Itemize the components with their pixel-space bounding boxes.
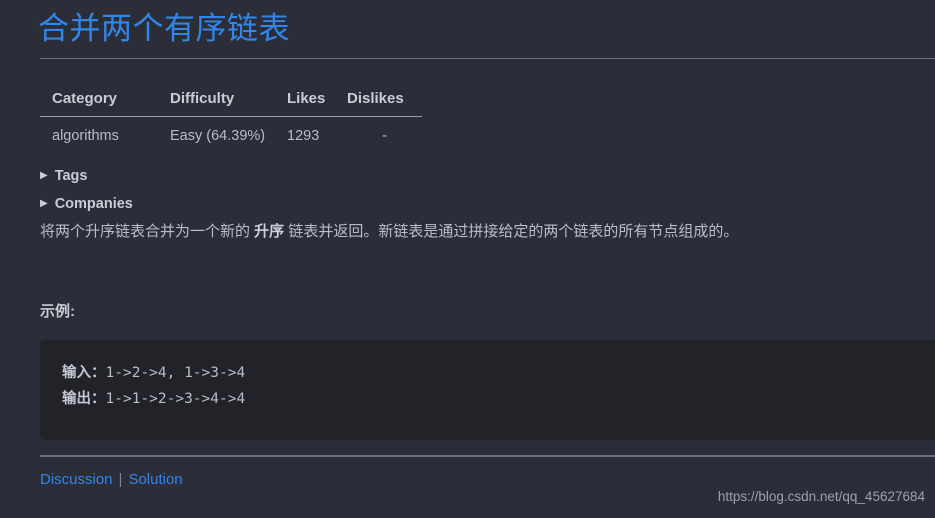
chevron-right-icon: ▶	[40, 170, 48, 181]
code-line-input: 输入：1->2->4, 1->3->4	[62, 360, 935, 386]
description-part1: 将两个升序链表合并为一个新的	[40, 223, 255, 240]
collapsible-companies[interactable]: ▶ Companies	[40, 196, 133, 212]
collapsible-companies-label: Companies	[54, 196, 133, 212]
code-line-output: 输出：1->1->2->3->4->4	[62, 386, 935, 412]
problem-description: 将两个升序链表合并为一个新的 升序 链表并返回。新链表是通过拼接给定的两个链表的…	[40, 221, 930, 243]
collapsible-tags-label: Tags	[54, 168, 88, 184]
solution-link[interactable]: Solution	[128, 471, 182, 488]
chevron-right-icon: ▶	[40, 198, 48, 209]
footer-divider	[40, 455, 935, 457]
example-code-block: 输入：1->2->4, 1->3->4 输出：1->1->2->3->4->4	[40, 340, 935, 440]
cell-difficulty: Easy (64.39%)	[170, 128, 266, 144]
page-title: 合并两个有序链表	[38, 11, 290, 46]
table-body: algorithms Easy (64.39%) 1293 -	[40, 117, 422, 149]
footer-links: Discussion | Solution	[40, 471, 183, 488]
table-header-row: Category Difficulty Likes Dislikes	[40, 86, 422, 117]
table-head: Category Difficulty Likes Dislikes	[40, 86, 422, 117]
cell-dislikes: -	[382, 128, 387, 144]
cell-likes: 1293	[287, 128, 320, 144]
code-input-label: 输入：	[62, 365, 106, 381]
discussion-link[interactable]: Discussion	[40, 471, 113, 488]
link-separator: |	[118, 471, 123, 488]
column-header-dislikes: Dislikes	[347, 90, 404, 107]
code-output-value: 1->1->2->3->4->4	[105, 391, 246, 407]
column-header-difficulty: Difficulty	[170, 90, 235, 107]
collapsible-tags[interactable]: ▶ Tags	[40, 168, 87, 184]
code-input-value: 1->2->4, 1->3->4	[105, 365, 246, 381]
description-emphasis: 升序	[254, 223, 285, 240]
column-header-category: Category	[52, 90, 118, 107]
table-row: algorithms Easy (64.39%) 1293 -	[40, 117, 422, 149]
code-output-label: 输出：	[62, 391, 106, 407]
example-heading: 示例:	[40, 303, 75, 320]
problem-info-table: Category Difficulty Likes Dislikes algor…	[40, 86, 422, 148]
column-header-likes: Likes	[287, 90, 326, 107]
title-divider	[40, 58, 935, 59]
problem-page: 合并两个有序链表 Category Difficulty Likes Disli…	[0, 0, 935, 518]
description-part2: 链表并返回。新链表是通过拼接给定的两个链表的所有节点组成的。	[284, 223, 739, 240]
watermark: https://blog.csdn.net/qq_45627684	[717, 489, 925, 504]
cell-category: algorithms	[52, 128, 119, 144]
